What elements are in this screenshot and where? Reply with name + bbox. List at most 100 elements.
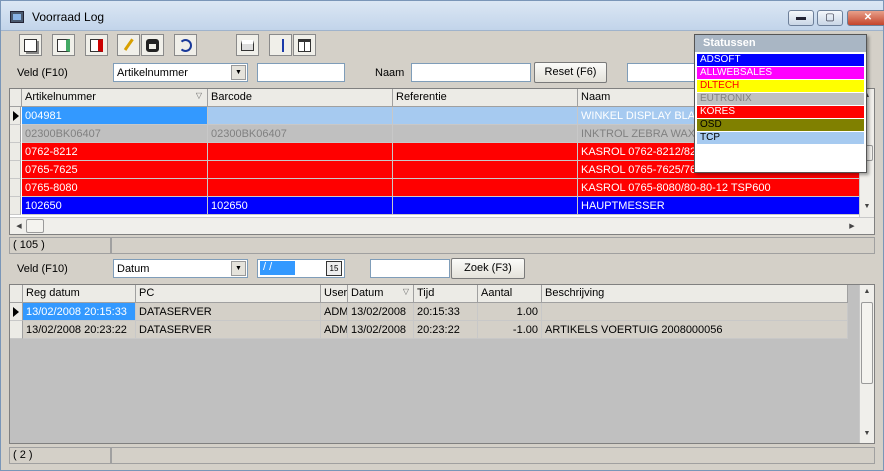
- date-input-value: / /: [260, 261, 295, 275]
- cell-artikelnummer[interactable]: 02300BK06407: [22, 125, 208, 143]
- search-input[interactable]: [370, 259, 450, 278]
- cell-barcode[interactable]: [208, 179, 393, 197]
- status-item[interactable]: ALLWEBSALES: [697, 67, 864, 79]
- edit-doc-button[interactable]: [52, 34, 75, 56]
- scroll-down-icon[interactable]: ▼: [860, 430, 874, 437]
- date-input[interactable]: / / 15: [257, 259, 345, 278]
- cell-tijd[interactable]: 20:15:33: [414, 303, 478, 321]
- cell-artikelnummer[interactable]: 0765-8080: [22, 179, 208, 197]
- status-item[interactable]: KORES: [697, 106, 864, 118]
- reset-button[interactable]: Reset (F6): [534, 62, 607, 83]
- cell-reg-datum[interactable]: 13/02/2008 20:23:22: [23, 321, 136, 339]
- scroll-right-icon[interactable]: ▶: [845, 222, 859, 230]
- export-button[interactable]: [85, 34, 108, 56]
- minimize-button[interactable]: ▬: [788, 10, 814, 26]
- cell-barcode[interactable]: 102650: [208, 197, 393, 215]
- cell-reg-datum[interactable]: 13/02/2008 20:15:33: [23, 303, 136, 321]
- field-value-input[interactable]: [257, 63, 345, 82]
- refresh-icon: [179, 39, 192, 52]
- col-header-aantal[interactable]: Aantal: [478, 285, 542, 303]
- row-indicator: [10, 197, 21, 215]
- field-select[interactable]: Artikelnummer ▼: [113, 63, 248, 82]
- search-button[interactable]: Zoek (F3): [451, 258, 525, 279]
- cell-datum[interactable]: 13/02/2008: [348, 321, 414, 339]
- cell-naam[interactable]: HAUPTMESSER: [578, 197, 860, 215]
- scroll-thumb[interactable]: [861, 302, 873, 384]
- log-vertical-scrollbar[interactable]: ▲ ▼: [859, 285, 874, 443]
- status-item[interactable]: ADSOFT: [697, 54, 864, 66]
- field-select-2[interactable]: Datum ▼: [113, 259, 248, 278]
- cell-user[interactable]: ADM: [321, 321, 348, 339]
- cell-user[interactable]: ADM: [321, 303, 348, 321]
- status-item[interactable]: TCP: [697, 132, 864, 144]
- articles-count: ( 105 ): [9, 237, 111, 254]
- col-header-user[interactable]: User: [321, 285, 348, 303]
- scroll-down-icon[interactable]: ▼: [860, 203, 874, 210]
- status-item[interactable]: OSD: [697, 119, 864, 131]
- col-header-datum[interactable]: Datum ▽: [348, 285, 414, 303]
- cell-pc[interactable]: DATASERVER: [136, 303, 321, 321]
- current-row-pointer-icon: [13, 307, 19, 317]
- chevron-down-icon[interactable]: ▼: [231, 65, 246, 80]
- cell-beschrijving[interactable]: [542, 303, 848, 321]
- binoculars-icon: [146, 39, 159, 52]
- sort-indicator-icon: ▽: [402, 287, 409, 296]
- col-header-barcode[interactable]: Barcode: [208, 89, 393, 107]
- table-row[interactable]: 102650 102650 HAUPTMESSER: [10, 197, 860, 215]
- table-row[interactable]: 13/02/2008 20:15:33 DATASERVER ADM 13/02/20…: [10, 303, 848, 321]
- row-indicator: [10, 125, 21, 143]
- sort-button[interactable]: [269, 34, 292, 56]
- columns-button[interactable]: [293, 34, 316, 56]
- close-button[interactable]: ✕: [847, 10, 884, 26]
- cell-referentie[interactable]: [393, 179, 578, 197]
- cell-beschrijving[interactable]: ARTIKELS VOERTUIG 2008000056: [542, 321, 848, 339]
- col-header-referentie[interactable]: Referentie: [393, 89, 578, 107]
- cell-referentie[interactable]: [393, 107, 578, 125]
- cell-datum[interactable]: 13/02/2008: [348, 303, 414, 321]
- cell-referentie[interactable]: [393, 161, 578, 179]
- title-bar[interactable]: Voorraad Log ▬ ▢ ✕: [1, 1, 884, 31]
- extra-filter-input[interactable]: [627, 63, 697, 82]
- highlight-button[interactable]: [117, 34, 140, 56]
- scroll-up-icon[interactable]: ▲: [860, 288, 874, 295]
- cell-aantal[interactable]: -1.00: [478, 321, 542, 339]
- table-row[interactable]: 13/02/2008 20:23:22 DATASERVER ADM 13/02/20…: [10, 321, 848, 339]
- row-indicator: [10, 179, 21, 197]
- cell-artikelnummer[interactable]: 0765-7625: [22, 161, 208, 179]
- articles-horizontal-scrollbar[interactable]: ◀ ▶: [10, 217, 874, 234]
- cell-barcode[interactable]: [208, 161, 393, 179]
- cell-referentie[interactable]: [393, 125, 578, 143]
- calendar-icon[interactable]: 15: [326, 261, 342, 276]
- find-button[interactable]: [141, 34, 164, 56]
- cell-naam[interactable]: KASROL 0765-8080/80-80-12 TSP600: [578, 179, 860, 197]
- scroll-left-icon[interactable]: ◀: [12, 222, 26, 230]
- print-icon: [241, 40, 254, 51]
- cell-artikelnummer[interactable]: 0762-8212: [22, 143, 208, 161]
- copy-doc-button[interactable]: [19, 34, 42, 56]
- table-row[interactable]: 0765-8080 KASROL 0765-8080/80-80-12 TSP60…: [10, 179, 860, 197]
- status-item[interactable]: DLTECH: [697, 80, 864, 92]
- print-button[interactable]: [236, 34, 259, 56]
- hscroll-thumb[interactable]: [26, 219, 44, 233]
- cell-barcode[interactable]: [208, 107, 393, 125]
- cell-referentie[interactable]: [393, 143, 578, 161]
- cell-referentie[interactable]: [393, 197, 578, 215]
- name-input[interactable]: [411, 63, 531, 82]
- maximize-button[interactable]: ▢: [817, 10, 843, 26]
- cell-pc[interactable]: DATASERVER: [136, 321, 321, 339]
- col-header-tijd[interactable]: Tijd: [414, 285, 478, 303]
- col-header-reg-datum[interactable]: Reg datum: [23, 285, 136, 303]
- col-header-beschrijving[interactable]: Beschrijving: [542, 285, 848, 303]
- cell-aantal[interactable]: 1.00: [478, 303, 542, 321]
- cell-artikelnummer[interactable]: 102650: [22, 197, 208, 215]
- col-header-artikelnummer[interactable]: Artikelnummer ▽: [22, 89, 208, 107]
- col-header-pc[interactable]: PC: [136, 285, 321, 303]
- cell-tijd[interactable]: 20:23:22: [414, 321, 478, 339]
- cell-artikelnummer[interactable]: 004981: [22, 107, 208, 125]
- cell-barcode[interactable]: 02300BK06407: [208, 125, 393, 143]
- status-item[interactable]: EUTRONIX: [697, 93, 864, 105]
- row-indicator: [10, 303, 23, 321]
- chevron-down-icon[interactable]: ▼: [231, 261, 246, 276]
- cell-barcode[interactable]: [208, 143, 393, 161]
- refresh-button[interactable]: [174, 34, 197, 56]
